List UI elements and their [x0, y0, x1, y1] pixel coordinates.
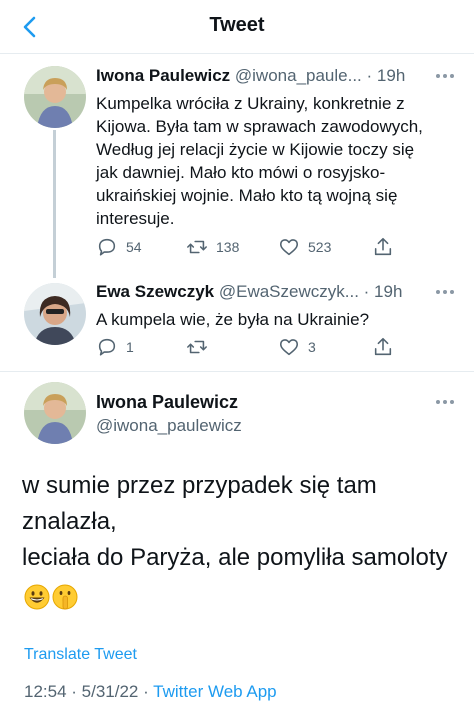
tweet-header: Iwona Paulewicz @iwona_paule... · 19h: [96, 66, 405, 86]
tweet-text: Kumpelka wróciła z Ukrainy, konkretnie z…: [96, 92, 466, 230]
more-options-icon[interactable]: [436, 400, 454, 404]
share-button[interactable]: [372, 236, 394, 258]
like-button[interactable]: 523: [278, 236, 331, 258]
text-line: leciała do Paryża, ale pomyliła samoloty: [22, 544, 448, 571]
like-count: 3: [308, 339, 316, 355]
divider: [0, 371, 474, 372]
emoji-row: [24, 584, 78, 610]
timestamp-text: 12:54 · 5/31/22 ·: [24, 682, 154, 701]
retweet-icon: [187, 240, 207, 254]
tweet-actions: 54 138 523: [96, 236, 396, 260]
like-button[interactable]: 3: [278, 336, 316, 358]
reply-button[interactable]: 1: [96, 336, 134, 358]
tweet-header: Ewa Szewczyk @EwaSzewczyk... · 19h: [96, 282, 402, 302]
author-handle[interactable]: @EwaSzewczyk...: [219, 282, 359, 301]
author-name[interactable]: Ewa Szewczyk: [96, 282, 214, 301]
author-handle[interactable]: @iwona_paulewicz: [96, 416, 242, 436]
tweet-text: A kumpela wie, że była na Ukrainie?: [96, 308, 466, 331]
reply-count: 54: [126, 239, 142, 255]
text-line: w sumie przez przypadek się tam: [22, 472, 377, 499]
avatar[interactable]: [24, 382, 86, 444]
retweet-button[interactable]: [186, 336, 216, 358]
text-line: Kijowa. Była tam w sprawach zawodowych,: [96, 117, 423, 136]
text-line: A kumpela wie, że była na Ukrainie?: [96, 310, 370, 329]
share-icon: [374, 237, 392, 256]
share-button[interactable]: [372, 336, 394, 358]
thread-connector: [53, 130, 56, 278]
reply-icon: [98, 338, 116, 356]
text-line: Według jej relacji życie w Kijowie toczy…: [96, 140, 415, 159]
share-icon: [374, 337, 392, 356]
tweet-time[interactable]: · 19h: [364, 282, 403, 301]
text-line: Kumpelka wróciła z Ukrainy, konkretnie z: [96, 94, 405, 113]
author-handle[interactable]: @iwona_paule...: [235, 66, 362, 85]
text-line: jak dawniej. Mało kto mówi o rosyjsko-: [96, 163, 386, 182]
more-options-icon[interactable]: [436, 290, 454, 294]
text-line: interesuje.: [96, 209, 175, 228]
author-name[interactable]: Iwona Paulewicz: [96, 392, 238, 413]
reply-button[interactable]: 54: [96, 236, 142, 258]
translate-tweet-link[interactable]: Translate Tweet: [24, 646, 137, 664]
author-name[interactable]: Iwona Paulewicz: [96, 66, 230, 85]
shushing-face-icon: [52, 584, 78, 610]
avatar-photo-ewa: [24, 283, 86, 345]
avatar-photo-iwona: [24, 66, 86, 128]
source-app-link[interactable]: Twitter Web App: [153, 682, 276, 701]
top-bar: Tweet: [0, 0, 474, 54]
text-line: znalazła,: [22, 508, 117, 535]
tweet-timestamp: 12:54 · 5/31/22 · Twitter Web App: [24, 682, 277, 702]
avatar[interactable]: [24, 283, 86, 345]
reply-count: 1: [126, 339, 134, 355]
page-title: Tweet: [209, 14, 265, 36]
reply-icon: [98, 238, 116, 256]
retweet-count: 138: [216, 239, 240, 255]
grinning-face-icon: [24, 584, 50, 610]
tweet-actions: 1 3: [96, 336, 396, 360]
avatar[interactable]: [24, 66, 86, 128]
like-count: 523: [308, 239, 332, 255]
heart-icon: [279, 239, 299, 256]
more-options-icon[interactable]: [436, 74, 454, 78]
tweet-text: w sumie przez przypadek się tam znalazła…: [22, 468, 462, 576]
retweet-icon: [187, 340, 207, 354]
tweet-time[interactable]: · 19h: [367, 66, 406, 85]
text-line: ukraińskiej wojnie. Mało kto tą wojną si…: [96, 186, 398, 205]
avatar-photo-iwona: [24, 382, 86, 444]
retweet-button[interactable]: 138: [186, 236, 239, 258]
heart-icon: [279, 339, 299, 356]
